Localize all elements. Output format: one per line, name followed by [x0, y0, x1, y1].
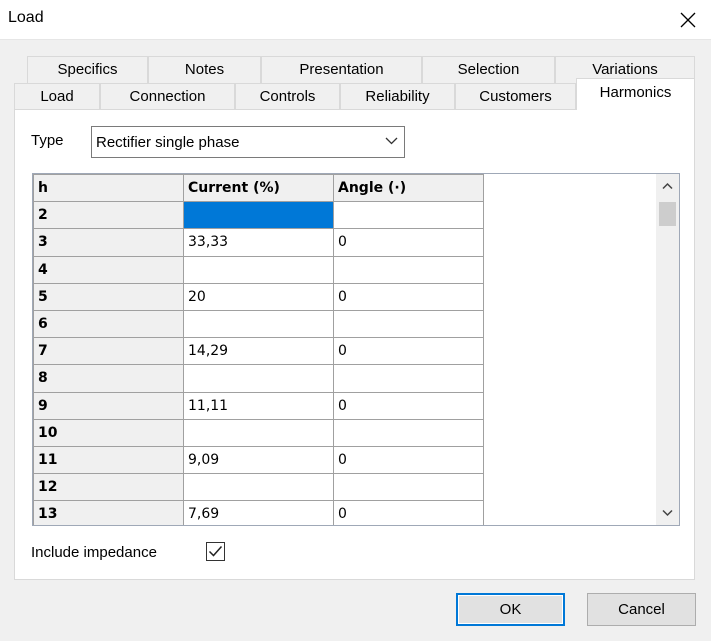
row-header-h[interactable]: 5	[33, 282, 184, 311]
column-header-angle[interactable]: Angle (·)	[333, 174, 484, 203]
cell-angle[interactable]	[333, 364, 484, 393]
harmonics-table: h Current (%) Angle (·) 2 3 33,33 0 4 5 20 0 6 7 1…	[33, 174, 484, 525]
chevron-down-icon	[385, 137, 398, 145]
ok-button[interactable]: OK	[456, 593, 565, 626]
tab-connection[interactable]: Connection	[100, 83, 235, 110]
cell-current[interactable]	[183, 201, 334, 230]
cell-current[interactable]	[183, 309, 334, 339]
tab-label: Specifics	[57, 61, 118, 78]
tab-label: Harmonics	[599, 84, 672, 101]
row-header-h[interactable]: 7	[33, 337, 184, 366]
close-button[interactable]	[665, 0, 711, 40]
row-header-h[interactable]: 3	[33, 228, 184, 257]
tab-label: Load	[40, 88, 74, 105]
row-header-h[interactable]: 4	[33, 255, 184, 284]
cell-current[interactable]: 33,33	[183, 228, 334, 257]
tab-controls[interactable]: Controls	[235, 83, 340, 110]
type-label: Type	[31, 132, 64, 149]
cell-angle[interactable]: 0	[333, 391, 484, 420]
type-dropdown[interactable]: Rectifier single phase	[91, 126, 405, 158]
tab-label: Presentation	[299, 61, 384, 78]
tab-label: Connection	[129, 88, 206, 105]
table-row: 11 9,09 0	[33, 445, 484, 475]
ok-button-label: OK	[499, 601, 522, 618]
header-row: h Current (%) Angle (·)	[33, 174, 484, 203]
cell-angle[interactable]	[333, 309, 484, 339]
row-header-h[interactable]: 9	[33, 391, 184, 420]
tab-label: Customers	[479, 88, 552, 105]
tab-reliability[interactable]: Reliability	[340, 83, 455, 110]
checkmark-icon	[208, 546, 223, 557]
table-row: 13 7,69 0	[33, 500, 484, 525]
vertical-scrollbar[interactable]	[656, 174, 679, 525]
harmonics-grid[interactable]: h Current (%) Angle (·) 2 3 33,33 0 4 5 20 0 6 7 1…	[32, 173, 680, 526]
row-header-h[interactable]: 13	[33, 500, 184, 525]
scroll-up-button[interactable]	[656, 174, 679, 198]
tab-selection[interactable]: Selection	[422, 56, 555, 83]
type-value: Rectifier single phase	[96, 134, 240, 151]
window-title: Load	[8, 9, 44, 26]
table-row: 5 20 0	[33, 282, 484, 311]
title-bar: Load	[0, 0, 711, 40]
cell-angle[interactable]	[333, 473, 484, 502]
cell-current[interactable]	[183, 418, 334, 447]
cell-angle[interactable]	[333, 201, 484, 230]
cell-current[interactable]: 14,29	[183, 337, 334, 366]
cell-angle[interactable]: 0	[333, 282, 484, 311]
tab-notes[interactable]: Notes	[148, 56, 261, 83]
include-impedance-checkbox[interactable]	[206, 542, 225, 561]
cancel-button-label: Cancel	[618, 601, 665, 618]
cancel-button[interactable]: Cancel	[587, 593, 696, 626]
tab-presentation[interactable]: Presentation	[261, 56, 422, 83]
row-header-h[interactable]: 2	[33, 201, 184, 230]
table-row: 3 33,33 0	[33, 228, 484, 257]
cell-current[interactable]	[183, 255, 334, 284]
row-header-h[interactable]: 8	[33, 364, 184, 393]
chevron-down-icon	[662, 509, 673, 517]
cell-angle[interactable]: 0	[333, 228, 484, 257]
cell-current[interactable]: 9,09	[183, 445, 334, 475]
close-icon	[680, 12, 696, 28]
table-row: 7 14,29 0	[33, 337, 484, 366]
table-row: 10	[33, 418, 484, 447]
cell-current[interactable]	[183, 364, 334, 393]
scroll-thumb[interactable]	[659, 202, 676, 226]
tab-label: Selection	[457, 61, 520, 78]
cell-angle[interactable]	[333, 418, 484, 447]
cell-current[interactable]	[183, 473, 334, 502]
tab-customers[interactable]: Customers	[455, 83, 576, 110]
harmonics-panel: Type Rectifier single phase h Current (%…	[14, 109, 695, 580]
row-header-h[interactable]: 11	[33, 445, 184, 475]
tab-specifics[interactable]: Specifics	[27, 56, 148, 83]
tab-label: Variations	[592, 61, 658, 78]
table-row: 2	[33, 201, 484, 230]
cell-current[interactable]: 11,11	[183, 391, 334, 420]
row-header-h[interactable]: 10	[33, 418, 184, 447]
column-header-h[interactable]: h	[33, 174, 184, 203]
table-row: 9 11,11 0	[33, 391, 484, 420]
chevron-up-icon	[662, 182, 673, 190]
include-impedance-label: Include impedance	[31, 544, 157, 561]
table-row: 8	[33, 364, 484, 393]
tab-harmonics[interactable]: Harmonics	[576, 78, 695, 110]
tab-label: Notes	[184, 61, 225, 78]
cell-current[interactable]: 7,69	[183, 500, 334, 525]
tab-label: Reliability	[365, 88, 430, 105]
table-row: 4	[33, 255, 484, 284]
tab-label: Controls	[259, 88, 316, 105]
row-header-h[interactable]: 12	[33, 473, 184, 502]
cell-angle[interactable]: 0	[333, 337, 484, 366]
cell-current[interactable]: 20	[183, 282, 334, 311]
tab-strip: Specifics Notes Presentation Selection V…	[14, 52, 695, 110]
cell-angle[interactable]: 0	[333, 500, 484, 525]
tab-load[interactable]: Load	[14, 83, 100, 110]
row-header-h[interactable]: 6	[33, 309, 184, 339]
table-row: 6	[33, 309, 484, 339]
scroll-down-button[interactable]	[656, 501, 679, 525]
column-header-current[interactable]: Current (%)	[183, 174, 334, 203]
cell-angle[interactable]: 0	[333, 445, 484, 475]
cell-angle[interactable]	[333, 255, 484, 284]
table-row: 12	[33, 473, 484, 502]
